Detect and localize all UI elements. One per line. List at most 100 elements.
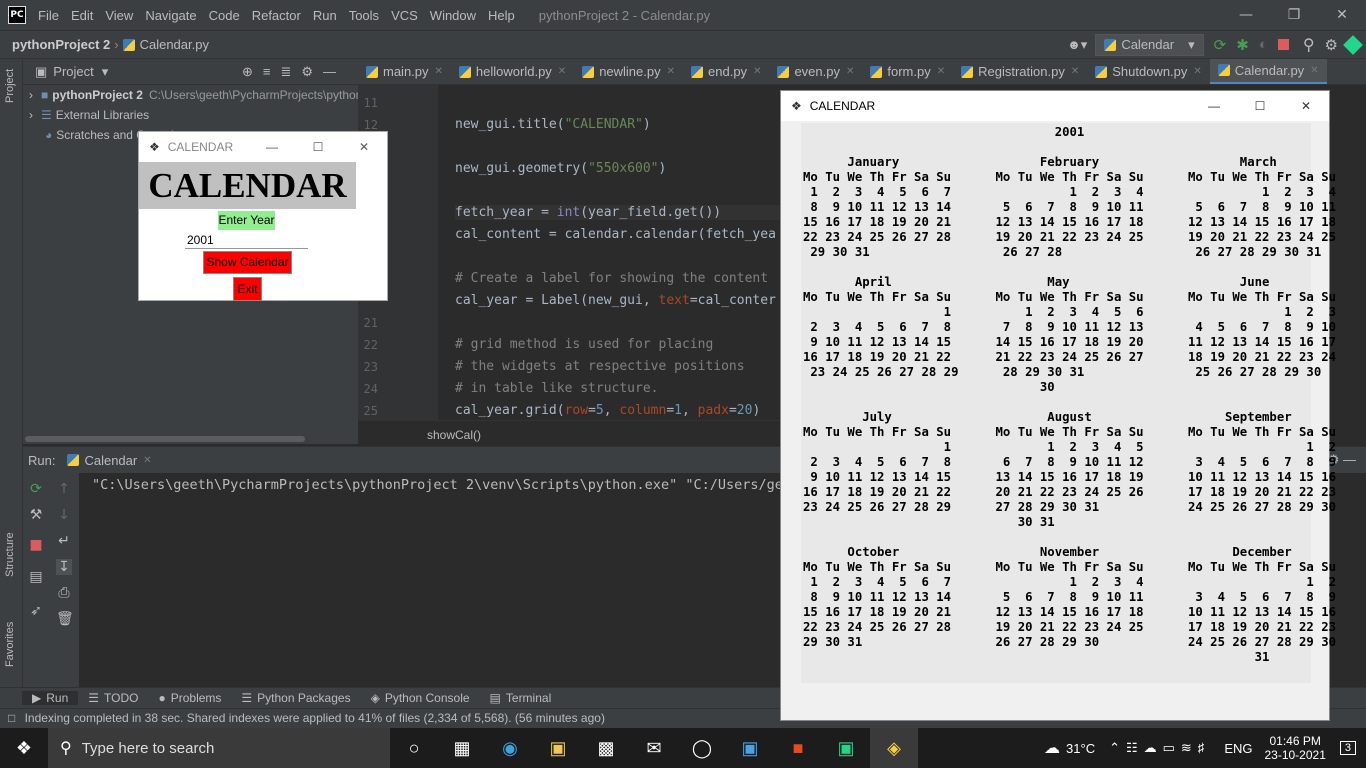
tab-helloworld[interactable]: helloworld.py ✕ xyxy=(451,59,574,84)
menu-navigate[interactable]: Navigate xyxy=(139,8,202,23)
code-editor[interactable]: new_gui.title("CALENDAR") new_gui.geomet… xyxy=(438,85,780,420)
tab-main[interactable]: main.py ✕ xyxy=(358,59,451,84)
tab-calendar[interactable]: Calendar.py ✕ xyxy=(1209,59,1327,84)
close-icon[interactable]: ✕ xyxy=(753,66,761,77)
breadcrumb-file[interactable]: Calendar.py xyxy=(140,37,209,52)
code-breadcrumb[interactable]: showCal() xyxy=(358,420,780,446)
tab-run[interactable]: ▶ Run xyxy=(22,691,79,705)
tab-registration[interactable]: Registration.py ✕ xyxy=(953,59,1087,84)
tab-shutdown[interactable]: Shutdown.py ✕ xyxy=(1087,59,1210,84)
close-icon[interactable]: ✕ xyxy=(667,66,675,77)
tree-external-libraries[interactable]: › ☰ External Libraries xyxy=(23,105,358,125)
pycharm-taskbar-icon[interactable]: ▣ xyxy=(822,728,870,768)
search-icon[interactable]: ⚲ xyxy=(1303,35,1315,55)
jetbrains-icon[interactable] xyxy=(1343,34,1363,55)
show-calendar-button[interactable]: Show Calendar xyxy=(203,251,292,274)
minimize-icon[interactable]: — xyxy=(1191,99,1237,113)
breadcrumb-project[interactable]: pythonProject 2 xyxy=(12,37,110,52)
tree-root[interactable]: › ■ pythonProject 2 C:\Users\geeth\Pycha… xyxy=(23,85,358,105)
menu-code[interactable]: Code xyxy=(203,8,246,23)
restore-icon[interactable]: ❐ xyxy=(1270,0,1318,30)
year-input[interactable]: 2001 xyxy=(185,231,308,249)
maximize-icon[interactable]: ☐ xyxy=(295,140,341,154)
exit-button[interactable]: Exit xyxy=(233,277,262,301)
user-icon[interactable]: ☻▾ xyxy=(1067,37,1087,53)
edge-icon[interactable]: ◉ xyxy=(486,728,534,768)
wrench-icon[interactable]: ⚒ xyxy=(28,507,44,523)
run-config-select[interactable]: Calendar ▾ xyxy=(1095,33,1204,56)
task-view-icon[interactable]: ▦ xyxy=(438,728,486,768)
menu-window[interactable]: Window xyxy=(424,8,482,23)
trash-icon[interactable]: 🗑 xyxy=(56,611,74,627)
pin-icon[interactable]: ➶ xyxy=(28,603,44,619)
menu-edit[interactable]: Edit xyxy=(65,8,99,23)
soft-wrap-icon[interactable]: ↵ xyxy=(56,533,72,549)
minimize-icon[interactable]: — xyxy=(249,140,295,154)
horizontal-scrollbar[interactable] xyxy=(25,436,305,442)
tab-python-packages[interactable]: ☰ Python Packages xyxy=(231,691,360,705)
clock[interactable]: 01:46 PM 23-10-2021 xyxy=(1264,734,1325,762)
close-icon[interactable]: ✕ xyxy=(341,140,387,154)
tab-todo[interactable]: ☰ TODO xyxy=(78,691,148,705)
stop-icon[interactable] xyxy=(1277,39,1289,50)
tab-end[interactable]: end.py ✕ xyxy=(683,59,769,84)
project-panel-title[interactable]: Project xyxy=(53,64,93,79)
menu-help[interactable]: Help xyxy=(482,8,521,23)
project-tool-tab[interactable]: Project xyxy=(4,69,16,103)
close-icon[interactable]: ✕ xyxy=(1283,99,1329,113)
store-icon[interactable]: ▩ xyxy=(582,728,630,768)
tab-problems[interactable]: ● Problems xyxy=(148,691,231,705)
cortana-icon[interactable]: ○ xyxy=(390,728,438,768)
rerun-icon[interactable]: ⟳ xyxy=(1214,36,1227,54)
office-icon[interactable]: ■ xyxy=(774,728,822,768)
close-icon[interactable]: ✕ xyxy=(1193,66,1201,77)
menu-run[interactable]: Run xyxy=(307,8,343,23)
settings-gear-icon[interactable]: ⚙ xyxy=(1325,36,1338,54)
weather-temp[interactable]: 31°C xyxy=(1066,741,1095,756)
scroll-to-end-icon[interactable]: ↧ xyxy=(56,559,72,575)
notification-badge[interactable]: 3 xyxy=(1339,741,1356,755)
close-icon[interactable]: ✕ xyxy=(846,66,854,77)
close-icon[interactable]: ✕ xyxy=(435,66,443,77)
menu-file[interactable]: File xyxy=(32,8,65,23)
debug-icon[interactable]: ✱ xyxy=(1236,36,1249,54)
arrow-up-icon[interactable]: ↑ xyxy=(56,481,72,497)
menu-vcs[interactable]: VCS xyxy=(385,8,424,23)
structure-tool-tab[interactable]: Structure xyxy=(4,532,16,577)
run-tab-calendar[interactable]: Calendar xyxy=(84,453,137,468)
tab-form[interactable]: form.py ✕ xyxy=(862,59,953,84)
close-icon[interactable]: ✕ xyxy=(1318,0,1366,30)
layout-icon[interactable]: ▤ xyxy=(28,569,44,585)
rerun-icon[interactable]: ⟳ xyxy=(28,481,44,497)
coverage-icon[interactable]: ◐ xyxy=(1259,36,1268,53)
taskbar-search[interactable]: ⚲ Type here to search xyxy=(48,728,390,768)
tab-newline[interactable]: newline.py ✕ xyxy=(574,59,683,84)
language-indicator[interactable]: ENG xyxy=(1224,741,1252,756)
mail-icon[interactable]: ✉ xyxy=(630,728,678,768)
dell-icon[interactable]: ◯ xyxy=(678,728,726,768)
menu-tools[interactable]: Tools xyxy=(343,8,385,23)
arrow-down-icon[interactable]: ↓ xyxy=(56,507,72,523)
chevron-down-icon[interactable]: ▾ xyxy=(102,64,109,80)
windows-start-icon[interactable]: ❖ xyxy=(0,728,48,768)
python-taskbar-icon[interactable]: ◈ xyxy=(870,728,918,768)
file-explorer-icon[interactable]: ▣ xyxy=(534,728,582,768)
tray-icons[interactable]: ⌃☷☁▭≋♯ xyxy=(1109,740,1210,756)
maximize-icon[interactable]: ☐ xyxy=(1237,99,1283,113)
tab-terminal[interactable]: ▤ Terminal xyxy=(480,691,562,705)
status-icon[interactable]: □ xyxy=(8,711,15,725)
minimize-icon[interactable]: — xyxy=(1222,0,1270,30)
menu-refactor[interactable]: Refactor xyxy=(246,8,307,23)
favorites-tool-tab[interactable]: Favorites xyxy=(4,622,16,667)
panel-actions-icon[interactable]: ⊕≡≣⚙— xyxy=(242,64,346,80)
print-icon[interactable]: ⎙ xyxy=(56,585,72,601)
app-icon[interactable]: ▣ xyxy=(726,728,774,768)
close-icon[interactable]: ✕ xyxy=(937,66,945,77)
tab-even[interactable]: even.py ✕ xyxy=(769,59,862,84)
close-icon[interactable]: ✕ xyxy=(558,66,566,77)
close-icon[interactable]: ✕ xyxy=(1071,66,1079,77)
menu-view[interactable]: View xyxy=(99,8,139,23)
stop-icon[interactable]: ■ xyxy=(28,537,44,553)
close-icon[interactable]: ✕ xyxy=(1310,65,1318,76)
close-icon[interactable]: ✕ xyxy=(143,455,151,466)
